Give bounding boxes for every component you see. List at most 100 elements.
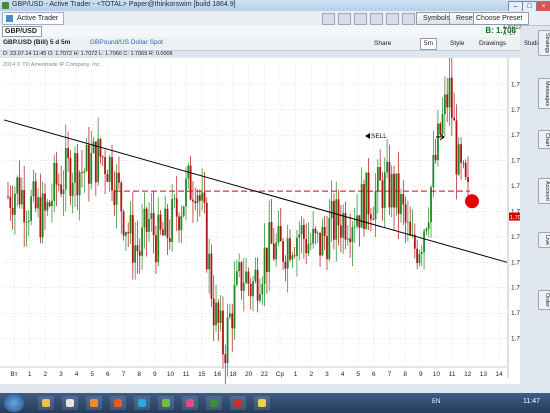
candle-body [254, 269, 257, 282]
candle-body [430, 187, 432, 223]
candle-body [124, 232, 127, 236]
toolbar-icon-5[interactable] [386, 13, 399, 25]
drawings-button[interactable]: Drawings [475, 38, 510, 50]
candle-body [83, 171, 86, 173]
candle-body [7, 196, 9, 198]
start-button[interactable] [4, 394, 24, 412]
ask-info: 1.70712 A: 1.7 [503, 25, 521, 37]
candle-body [39, 197, 42, 238]
chart-header: GBP.USD (Bill) 5 d 5m GBPound/US Dollar … [0, 37, 520, 51]
candle-body [302, 224, 305, 240]
candle-body [138, 251, 141, 256]
y-tick-label: 1.708 [511, 158, 520, 165]
candle-body [71, 182, 74, 196]
candle-body [259, 294, 261, 301]
chart-symbol[interactable]: GBP.USD (Bill) 5 d 5m [3, 39, 70, 46]
symbol-input[interactable]: GBP/USD [2, 26, 42, 37]
toolbar-icon-6[interactable] [402, 13, 415, 25]
x-tick-label: 20 [245, 371, 253, 378]
candle-body [30, 196, 33, 221]
taskbar-app-icon-4[interactable] [254, 396, 270, 410]
taskbar-thinkorswim-icon[interactable] [206, 396, 222, 410]
clock: 11:47 [523, 398, 540, 405]
side-tab[interactable]: Messages [538, 78, 550, 110]
taskbar-mail-icon[interactable] [62, 396, 78, 410]
candle-body [337, 199, 340, 226]
candle-body [342, 213, 345, 238]
language-indicator[interactable]: EN [432, 399, 440, 405]
price-chart[interactable]: SELL 1.70951.7091.70851.7081.70751.7071.… [0, 58, 520, 384]
candle-body [460, 144, 462, 163]
side-tab[interactable]: Order [538, 290, 550, 311]
candle-body [437, 123, 439, 161]
taskbar-explorer-icon[interactable] [38, 396, 54, 410]
toolbar-icon-2[interactable] [338, 13, 351, 25]
candle-body [263, 247, 266, 285]
side-tab[interactable]: Live [538, 232, 550, 249]
candle-body [74, 153, 76, 183]
candle-body [335, 199, 338, 240]
taskbar-app-icon-2[interactable] [182, 396, 198, 410]
taskbar-app-icon-3[interactable] [230, 396, 246, 410]
tab-active-trader[interactable]: Active Trader [2, 12, 65, 25]
candle-body [455, 120, 458, 175]
candle-body [346, 238, 349, 240]
choose-preset-dropdown[interactable]: Choose Preset [473, 12, 529, 25]
candle-body [148, 218, 150, 232]
taskbar-skype-icon[interactable] [134, 396, 150, 410]
candle-body [286, 238, 289, 269]
candle-body [330, 200, 333, 219]
candle-body [309, 243, 312, 245]
candle-body [353, 226, 356, 228]
candle-body [122, 211, 125, 236]
candle-body [425, 228, 428, 232]
candle-body [189, 165, 192, 200]
y-tick-label: 1.7045 [511, 336, 520, 343]
toolbar-icon-4[interactable] [370, 13, 383, 25]
taskbar-firefox-icon[interactable] [110, 396, 126, 410]
toolbar-icon-3[interactable] [354, 13, 367, 25]
y-tick-label: 1.706 [511, 259, 520, 266]
taskbar-app-icon-1[interactable] [158, 396, 174, 410]
side-tab[interactable]: Strategy [538, 30, 550, 57]
candle-body [300, 224, 303, 235]
candle-body [97, 139, 100, 183]
candle-body [215, 302, 217, 326]
candle-body [208, 253, 211, 270]
candle-body [76, 153, 79, 196]
y-tick-label: 1.7095 [511, 81, 520, 88]
candle-body [136, 245, 139, 252]
share-button[interactable]: Share [370, 38, 395, 50]
candle-body [427, 222, 430, 229]
x-tick-label: 10 [433, 371, 441, 378]
candle-body [203, 192, 206, 203]
timeframe-button[interactable]: 5m [420, 38, 438, 50]
candle-body [9, 196, 12, 209]
sell-label: SELL [371, 133, 387, 140]
toolbar-icon-1[interactable] [322, 13, 335, 25]
x-tick-label: Bт [10, 371, 17, 378]
candle-body [467, 177, 469, 182]
candle-body [222, 310, 224, 355]
side-tab[interactable]: Chart [538, 130, 550, 150]
x-tick-label: 5 [356, 371, 360, 378]
style-button[interactable]: Style [446, 38, 468, 50]
taskbar-media-icon[interactable] [86, 396, 102, 410]
ohlc-open: O: 1.7072 [47, 51, 73, 57]
side-tab[interactable]: Account [538, 178, 550, 204]
x-tick-label: 8 [137, 371, 141, 378]
candle-body [145, 208, 148, 232]
candle-body [284, 261, 287, 269]
candle-body [32, 181, 35, 197]
candle-body [282, 241, 284, 262]
candle-body [210, 253, 213, 299]
x-tick-label: 11 [449, 371, 456, 378]
candle-body [226, 317, 229, 364]
candle-body [129, 214, 132, 234]
candle-body [180, 215, 183, 231]
candle-body [88, 144, 90, 184]
candle-body [443, 94, 446, 115]
x-tick-label: 18 [229, 371, 237, 378]
x-tick-label: 11 [183, 371, 190, 378]
candle-body [238, 262, 241, 272]
